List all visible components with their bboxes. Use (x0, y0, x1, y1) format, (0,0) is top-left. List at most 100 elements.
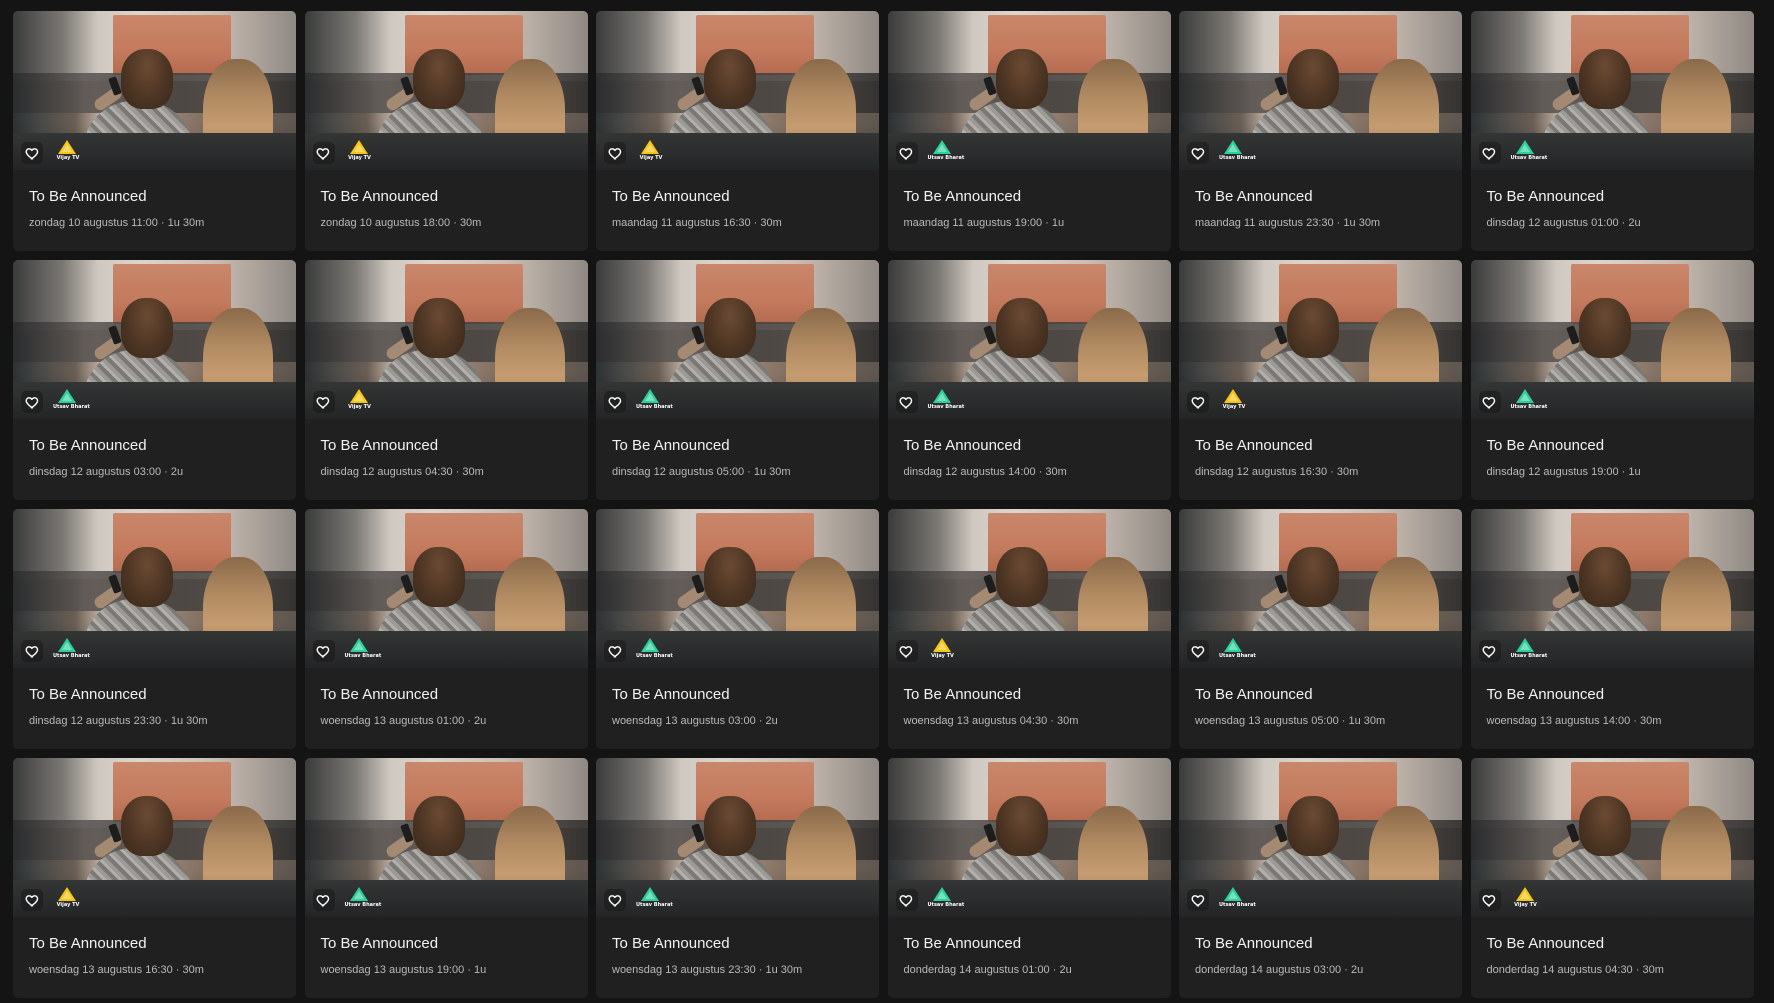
favorite-button[interactable] (312, 889, 335, 911)
favorite-button[interactable] (604, 142, 626, 164)
favorite-button[interactable] (604, 640, 626, 662)
program-card[interactable]: Utsav Bharat To Be Announced woensdag 13… (596, 758, 879, 998)
channel-name: Utsav Bharat (636, 902, 673, 908)
program-card[interactable]: Utsav Bharat To Be Announced woensdag 13… (596, 509, 879, 749)
heart-outline-icon (1191, 894, 1204, 906)
favorite-button[interactable] (21, 640, 43, 662)
favorite-button[interactable] (1187, 391, 1209, 413)
channel-logo: Vijay TV (345, 388, 373, 412)
program-card[interactable]: Vijay TV To Be Announced zondag 10 augus… (13, 11, 296, 251)
channel-logo-icon (932, 638, 951, 652)
program-thumbnail: Utsav Bharat (1470, 260, 1754, 419)
program-thumbnail: Utsav Bharat (887, 11, 1171, 170)
favorite-button[interactable] (1187, 889, 1209, 911)
favorite-button[interactable] (312, 391, 335, 413)
program-title: To Be Announced (1486, 935, 1605, 952)
channel-logo: Utsav Bharat (636, 388, 673, 412)
heart-outline-icon (1482, 894, 1496, 906)
channel-name: Utsav Bharat (636, 404, 673, 410)
channel-logo: Utsav Bharat (928, 139, 964, 163)
program-card[interactable]: Utsav Bharat To Be Announced dinsdag 12 … (1470, 260, 1754, 500)
program-title: To Be Announced (29, 935, 147, 952)
program-schedule: maandag 11 augustus 19:00 · 1u (903, 217, 1065, 229)
favorite-button[interactable] (1478, 142, 1501, 164)
program-card[interactable]: Utsav Bharat To Be Announced dinsdag 12 … (887, 260, 1171, 500)
favorite-button[interactable] (21, 142, 43, 164)
program-title: To Be Announced (29, 437, 147, 454)
heart-outline-icon (899, 147, 913, 159)
channel-name: Utsav Bharat (344, 653, 382, 659)
favorite-button[interactable] (895, 142, 918, 164)
favorite-button[interactable] (312, 142, 335, 164)
favorite-button[interactable] (1478, 640, 1501, 662)
channel-logo-icon (58, 887, 76, 901)
program-thumbnail: Utsav Bharat (596, 260, 879, 419)
program-schedule: woensdag 13 augustus 14:00 · 30m (1486, 715, 1662, 727)
heart-outline-icon (608, 894, 621, 906)
program-card[interactable]: Utsav Bharat To Be Announced maandag 11 … (1179, 11, 1462, 251)
program-schedule: dinsdag 12 augustus 03:00 · 2u (29, 466, 184, 478)
channel-name: Utsav Bharat (1219, 653, 1256, 659)
favorite-button[interactable] (1478, 889, 1501, 911)
favorite-button[interactable] (1478, 391, 1501, 413)
channel-logo-icon (349, 389, 368, 403)
program-thumbnail: Utsav Bharat (13, 509, 296, 668)
program-thumbnail: Vijay TV (1179, 260, 1462, 419)
channel-name: Vijay TV (639, 155, 663, 161)
program-card[interactable]: Vijay TV To Be Announced maandag 11 augu… (596, 11, 879, 251)
program-title: To Be Announced (320, 686, 439, 703)
channel-name: Utsav Bharat (1219, 155, 1256, 161)
program-card[interactable]: Utsav Bharat To Be Announced donderdag 1… (887, 758, 1171, 998)
channel-logo-icon (932, 887, 951, 901)
channel-name: Vijay TV (348, 404, 371, 410)
favorite-button[interactable] (21, 391, 43, 413)
program-card[interactable]: Utsav Bharat To Be Announced woensdag 13… (304, 758, 588, 998)
program-card[interactable]: Utsav Bharat To Be Announced maandag 11 … (887, 11, 1171, 251)
program-schedule: woensdag 13 augustus 19:00 · 1u (320, 964, 487, 976)
heart-outline-icon (608, 147, 621, 159)
favorite-button[interactable] (895, 640, 918, 662)
favorite-button[interactable] (21, 889, 43, 911)
program-card[interactable]: Utsav Bharat To Be Announced woensdag 13… (1470, 509, 1754, 749)
favorite-button[interactable] (312, 640, 335, 662)
program-schedule: woensdag 13 augustus 03:00 · 2u (612, 715, 778, 727)
program-card[interactable]: Utsav Bharat To Be Announced dinsdag 12 … (13, 509, 296, 749)
channel-logo: Utsav Bharat (636, 886, 673, 910)
program-card[interactable]: Utsav Bharat To Be Announced dinsdag 12 … (1470, 11, 1754, 251)
favorite-button[interactable] (895, 391, 918, 413)
favorite-button[interactable] (1187, 142, 1209, 164)
channel-logo-icon (1515, 887, 1534, 901)
program-card[interactable]: Utsav Bharat To Be Announced dinsdag 12 … (596, 260, 879, 500)
program-card[interactable]: Vijay TV To Be Announced woensdag 13 aug… (13, 758, 296, 998)
program-card[interactable]: Vijay TV To Be Announced dinsdag 12 augu… (304, 260, 588, 500)
channel-name: Utsav Bharat (1510, 155, 1548, 161)
favorite-button[interactable] (604, 889, 626, 911)
channel-logo: Utsav Bharat (636, 637, 673, 661)
program-thumbnail: Utsav Bharat (1470, 11, 1754, 170)
program-thumbnail: Vijay TV (1470, 758, 1754, 917)
program-card[interactable]: Utsav Bharat To Be Announced donderdag 1… (1179, 758, 1462, 998)
heart-outline-icon (899, 645, 913, 657)
program-thumbnail: Utsav Bharat (13, 260, 296, 419)
program-card[interactable]: Utsav Bharat To Be Announced woensdag 13… (1179, 509, 1462, 749)
program-card[interactable]: Utsav Bharat To Be Announced woensdag 13… (304, 509, 588, 749)
program-card[interactable]: Vijay TV To Be Announced donderdag 14 au… (1470, 758, 1754, 998)
favorite-button[interactable] (1187, 640, 1209, 662)
channel-logo-icon (641, 389, 659, 403)
program-schedule: woensdag 13 augustus 05:00 · 1u 30m (1195, 715, 1386, 727)
channel-logo: Vijay TV (345, 139, 373, 163)
program-schedule: woensdag 13 augustus 16:30 · 30m (29, 964, 204, 976)
channel-name: Utsav Bharat (1510, 404, 1548, 410)
program-title: To Be Announced (1486, 437, 1605, 454)
program-card[interactable]: Vijay TV To Be Announced dinsdag 12 augu… (1179, 260, 1462, 500)
program-card[interactable]: Vijay TV To Be Announced woensdag 13 aug… (887, 509, 1171, 749)
favorite-button[interactable] (895, 889, 918, 911)
program-schedule: dinsdag 12 augustus 19:00 · 1u (1486, 466, 1641, 478)
program-card[interactable]: Vijay TV To Be Announced zondag 10 augus… (304, 11, 588, 251)
channel-logo: Utsav Bharat (345, 886, 381, 910)
favorite-button[interactable] (604, 391, 626, 413)
channel-name: Vijay TV (56, 155, 80, 161)
channel-name: Utsav Bharat (1219, 902, 1256, 908)
channel-name: Vijay TV (348, 155, 371, 161)
program-card[interactable]: Utsav Bharat To Be Announced dinsdag 12 … (13, 260, 296, 500)
